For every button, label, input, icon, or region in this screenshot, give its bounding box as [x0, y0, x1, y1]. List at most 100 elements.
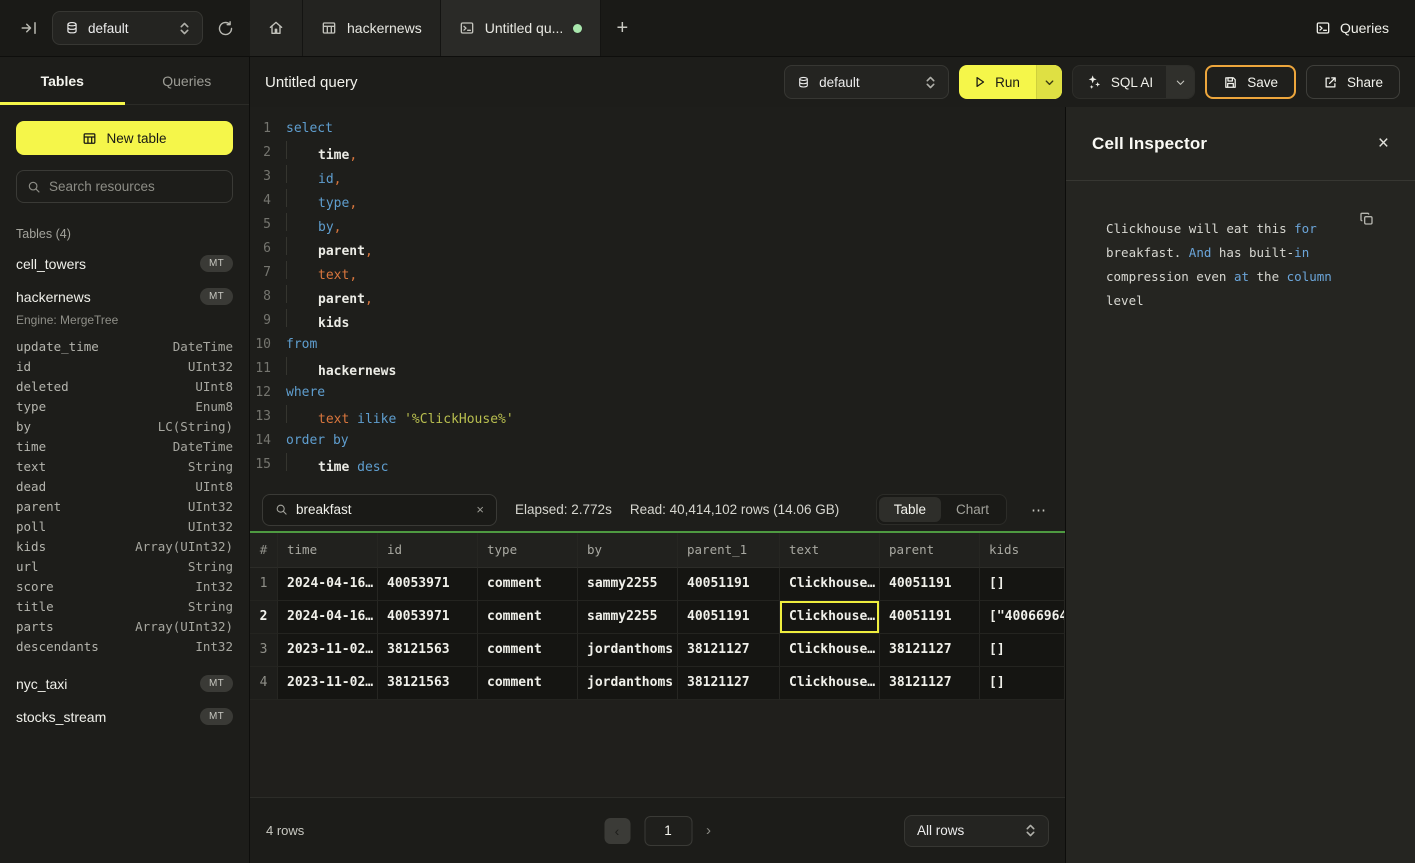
run-label: Run: [995, 75, 1020, 90]
database-selector[interactable]: default: [52, 11, 203, 45]
table-cell[interactable]: Clickhouse…: [780, 601, 880, 634]
column-header[interactable]: type: [478, 533, 578, 568]
field-row[interactable]: textString: [16, 457, 233, 477]
tab-untitled-query[interactable]: Untitled qu...: [441, 0, 602, 56]
table-cell[interactable]: 40051191: [678, 601, 780, 634]
table-list-item[interactable]: cell_towersMT: [16, 247, 233, 280]
refresh-icon[interactable]: [217, 20, 234, 37]
table-cell[interactable]: 2023-11-02…: [278, 634, 378, 667]
column-header[interactable]: time: [278, 533, 378, 568]
column-header[interactable]: #: [250, 533, 278, 568]
new-table-button[interactable]: New table: [16, 121, 233, 155]
table-cell[interactable]: comment: [478, 667, 578, 700]
queries-button[interactable]: Queries: [1315, 0, 1415, 56]
table-cell[interactable]: 40051191: [678, 568, 780, 601]
column-header[interactable]: parent: [880, 533, 980, 568]
results-toolbar: × Elapsed: 2.772s Read: 40,414,102 rows …: [250, 488, 1065, 531]
field-type: Array(UInt32): [135, 617, 233, 637]
sidebar-tab-tables[interactable]: Tables: [0, 57, 125, 104]
prev-page-button[interactable]: ‹: [604, 818, 630, 844]
column-header[interactable]: parent_1: [678, 533, 780, 568]
results-search-input[interactable]: [296, 502, 468, 517]
sql-ai-button[interactable]: SQL AI: [1073, 66, 1166, 98]
copy-icon[interactable]: [1359, 211, 1375, 227]
table-list-item[interactable]: nyc_taxiMT: [16, 667, 233, 700]
more-options-icon[interactable]: ⋯: [1025, 501, 1053, 519]
run-button[interactable]: Run: [959, 65, 1036, 99]
view-chart-segment[interactable]: Chart: [941, 497, 1004, 522]
field-row[interactable]: kidsArray(UInt32): [16, 537, 233, 557]
run-options-caret[interactable]: [1036, 65, 1062, 99]
table-cell[interactable]: sammy2255: [578, 568, 678, 601]
clear-search-icon[interactable]: ×: [476, 502, 484, 517]
field-row[interactable]: typeEnum8: [16, 397, 233, 417]
table-cell[interactable]: jordanthoms: [578, 634, 678, 667]
code-line: 2time,: [250, 141, 1065, 165]
new-tab-button[interactable]: +: [601, 0, 643, 56]
field-row[interactable]: urlString: [16, 557, 233, 577]
view-table-segment[interactable]: Table: [879, 497, 941, 522]
field-row[interactable]: timeDateTime: [16, 437, 233, 457]
column-header[interactable]: by: [578, 533, 678, 568]
tab-home[interactable]: [250, 0, 303, 56]
column-header[interactable]: kids: [980, 533, 1065, 568]
table-cell[interactable]: 40053971: [378, 568, 478, 601]
field-row[interactable]: byLC(String): [16, 417, 233, 437]
field-row[interactable]: update_timeDateTime: [16, 337, 233, 357]
table-cell[interactable]: 38121127: [880, 667, 980, 700]
table-cell[interactable]: Clickhouse…: [780, 634, 880, 667]
cell-inspector-title: Cell Inspector: [1092, 134, 1207, 154]
table-cell[interactable]: 38121127: [678, 667, 780, 700]
field-row[interactable]: descendantsInt32: [16, 637, 233, 657]
field-row[interactable]: deadUInt8: [16, 477, 233, 497]
column-header[interactable]: id: [378, 533, 478, 568]
table-cell[interactable]: ["40066964…: [980, 601, 1065, 634]
table-cell[interactable]: Clickhouse…: [780, 667, 880, 700]
table-cell[interactable]: sammy2255: [578, 601, 678, 634]
sql-ai-caret[interactable]: [1166, 66, 1194, 98]
page-size-selector[interactable]: All rows: [904, 815, 1049, 847]
field-row[interactable]: pollUInt32: [16, 517, 233, 537]
table-cell[interactable]: 2024-04-16…: [278, 601, 378, 634]
query-database-selector[interactable]: default: [784, 65, 949, 99]
next-page-button[interactable]: ›: [706, 822, 711, 839]
table-cell[interactable]: comment: [478, 634, 578, 667]
table-cell[interactable]: []: [980, 568, 1065, 601]
table-cell[interactable]: []: [980, 667, 1065, 700]
share-button[interactable]: Share: [1306, 65, 1400, 99]
column-header[interactable]: text: [780, 533, 880, 568]
table-list-item[interactable]: hackernewsMT: [16, 280, 233, 313]
collapse-sidebar-icon[interactable]: [20, 19, 38, 37]
code-content: type,: [286, 189, 357, 213]
sidebar-tab-queries[interactable]: Queries: [125, 57, 250, 104]
code-content: from: [286, 333, 317, 357]
table-cell[interactable]: jordanthoms: [578, 667, 678, 700]
field-row[interactable]: parentUInt32: [16, 497, 233, 517]
table-cell[interactable]: 40051191: [880, 601, 980, 634]
table-cell[interactable]: 40053971: [378, 601, 478, 634]
table-cell[interactable]: 2023-11-02…: [278, 667, 378, 700]
field-row[interactable]: partsArray(UInt32): [16, 617, 233, 637]
play-icon: [973, 75, 987, 89]
table-cell[interactable]: Clickhouse…: [780, 568, 880, 601]
search-resources-input[interactable]: [49, 179, 226, 194]
field-row[interactable]: idUInt32: [16, 357, 233, 377]
table-cell[interactable]: comment: [478, 568, 578, 601]
table-cell[interactable]: 2024-04-16…: [278, 568, 378, 601]
table-cell[interactable]: 38121127: [880, 634, 980, 667]
tab-hackernews[interactable]: hackernews: [303, 0, 441, 56]
table-cell[interactable]: comment: [478, 601, 578, 634]
table-cell[interactable]: 38121563: [378, 634, 478, 667]
table-cell[interactable]: 40051191: [880, 568, 980, 601]
close-icon[interactable]: ×: [1378, 133, 1389, 155]
field-row[interactable]: deletedUInt8: [16, 377, 233, 397]
field-row[interactable]: scoreInt32: [16, 577, 233, 597]
sql-editor[interactable]: 1select2time,3id,4type,5by,6parent,7text…: [250, 107, 1065, 488]
table-cell[interactable]: 38121563: [378, 667, 478, 700]
table-list-item[interactable]: stocks_streamMT: [16, 700, 233, 733]
page-number-input[interactable]: 1: [644, 816, 692, 846]
field-row[interactable]: titleString: [16, 597, 233, 617]
table-cell[interactable]: []: [980, 634, 1065, 667]
table-cell[interactable]: 38121127: [678, 634, 780, 667]
save-button[interactable]: Save: [1205, 65, 1296, 99]
